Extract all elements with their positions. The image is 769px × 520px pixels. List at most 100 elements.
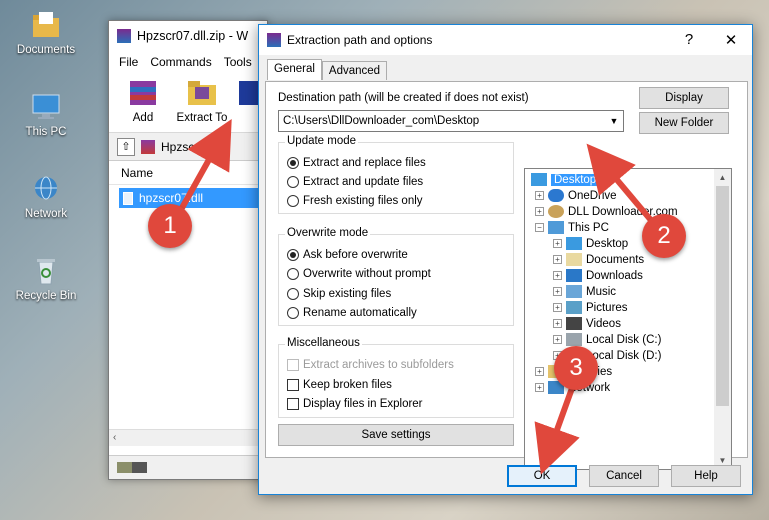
dialog-title-bar: Extraction path and options ? ✕: [259, 25, 752, 55]
expand-icon[interactable]: +: [535, 383, 544, 392]
general-tab-page: Destination path (will be created if doe…: [265, 81, 748, 470]
recycle-bin-icon: [30, 256, 62, 286]
desktop-icon-documents[interactable]: Documents: [8, 10, 84, 56]
desktop-icon-label: Network: [24, 208, 68, 220]
winrar-toolbar: Add Extract To: [109, 73, 267, 133]
column-header-name[interactable]: Name: [109, 161, 267, 185]
add-button[interactable]: Add: [117, 73, 169, 132]
option-label: Skip existing files: [303, 288, 392, 300]
tree-node-documents[interactable]: + Documents: [553, 253, 644, 266]
menu-file[interactable]: File: [119, 55, 138, 69]
scroll-left-icon[interactable]: ‹: [113, 432, 116, 443]
close-icon[interactable]: ✕: [710, 31, 752, 49]
tree-node-label: Local Disk (C:): [586, 333, 662, 346]
radio-icon[interactable]: [287, 195, 299, 207]
checkbox-icon[interactable]: [287, 398, 299, 410]
check-keep-broken[interactable]: Keep broken files: [287, 379, 392, 391]
expand-icon[interactable]: +: [553, 319, 562, 328]
user-icon: [548, 205, 564, 218]
tree-node-label: Videos: [586, 317, 621, 330]
extract-to-button[interactable]: Extract To: [173, 73, 231, 132]
menu-commands[interactable]: Commands: [150, 55, 211, 69]
update-mode-group: Update mode Extract and replace files Ex…: [278, 135, 514, 214]
ok-button[interactable]: OK: [507, 465, 577, 487]
checkbox-disabled-icon: [287, 359, 299, 371]
radio-icon[interactable]: [287, 268, 299, 280]
file-row-selected[interactable]: hpzscr07.dll: [119, 188, 267, 208]
tree-node-this-pc[interactable]: − This PC: [535, 221, 609, 234]
radio-overwrite-without[interactable]: Overwrite without prompt: [287, 268, 431, 280]
chevron-down-icon[interactable]: ▼: [605, 116, 623, 126]
tab-general[interactable]: General: [267, 59, 322, 80]
radio-extract-replace[interactable]: Extract and replace files: [287, 157, 426, 169]
download-icon: [566, 269, 582, 282]
step-badge-2: 2: [642, 214, 686, 258]
tree-node-music[interactable]: + Music: [553, 285, 616, 298]
radio-skip-existing[interactable]: Skip existing files: [287, 288, 391, 300]
desktop-icon-label: Documents: [16, 44, 76, 56]
new-folder-button[interactable]: New Folder: [639, 112, 729, 134]
expand-icon[interactable]: +: [535, 191, 544, 200]
expand-icon[interactable]: +: [553, 271, 562, 280]
expand-icon[interactable]: +: [553, 255, 562, 264]
tree-node-downloads[interactable]: + Downloads: [553, 269, 643, 282]
menu-tools[interactable]: Tools: [224, 55, 252, 69]
expand-icon[interactable]: +: [553, 239, 562, 248]
tree-node-pictures[interactable]: + Pictures: [553, 301, 628, 314]
extract-to-label: Extract To: [176, 112, 228, 124]
horizontal-scrollbar[interactable]: ‹: [109, 429, 267, 446]
radio-icon[interactable]: [287, 288, 299, 300]
radio-rename-auto[interactable]: Rename automatically: [287, 307, 417, 319]
radio-icon[interactable]: [287, 176, 299, 188]
expand-icon[interactable]: +: [553, 303, 562, 312]
network-icon: [30, 174, 62, 204]
option-label: Extract and update files: [303, 176, 424, 188]
cancel-button[interactable]: Cancel: [589, 465, 659, 487]
tree-node-local-disk-c[interactable]: + Local Disk (C:): [553, 333, 661, 346]
tab-advanced[interactable]: Advanced: [321, 61, 388, 80]
option-label: Extract archives to subfolders: [303, 359, 454, 371]
tree-scrollbar[interactable]: ▲ ▼: [714, 169, 731, 469]
tree-node-label: Local Disk (D:): [586, 349, 662, 362]
winrar-app-icon: [117, 29, 131, 43]
radio-ask-before[interactable]: Ask before overwrite: [287, 249, 408, 261]
radio-extract-update[interactable]: Extract and update files: [287, 176, 423, 188]
collapse-icon[interactable]: −: [535, 223, 544, 232]
file-name: hpzscr07.dll: [139, 191, 204, 205]
option-label: Display files in Explorer: [303, 398, 423, 410]
desktop-icon-recycle-bin[interactable]: Recycle Bin: [8, 256, 84, 302]
tree-node-videos[interactable]: + Videos: [553, 317, 621, 330]
radio-icon[interactable]: [287, 307, 299, 319]
computer-icon: [30, 92, 62, 122]
desktop-icon-network[interactable]: Network: [8, 174, 84, 220]
destination-path-combo[interactable]: C:\Users\DllDownloader_com\Desktop ▼: [278, 110, 624, 132]
destination-path-label: Destination path (will be created if doe…: [278, 92, 529, 104]
help-button[interactable]: Help: [671, 465, 741, 487]
radio-fresh-existing[interactable]: Fresh existing files only: [287, 195, 423, 207]
tree-node-onedrive[interactable]: + OneDrive: [535, 189, 617, 202]
help-icon[interactable]: ?: [668, 31, 710, 49]
checkbox-icon[interactable]: [287, 379, 299, 391]
scroll-thumb[interactable]: [716, 186, 729, 406]
folder-icon: [30, 10, 62, 40]
drive-key-icon: [117, 462, 147, 473]
tree-node-desktop[interactable]: Desktop: [531, 173, 600, 186]
display-button[interactable]: Display: [639, 87, 729, 109]
dialog-tabs: General Advanced: [267, 59, 388, 80]
desktop-icon-this-pc[interactable]: This PC: [8, 92, 84, 138]
expand-icon[interactable]: +: [535, 367, 544, 376]
tree-node-pc-desktop[interactable]: + Desktop: [553, 237, 628, 250]
save-settings-button[interactable]: Save settings: [278, 424, 514, 446]
expand-icon[interactable]: +: [553, 335, 562, 344]
check-display-explorer[interactable]: Display files in Explorer: [287, 398, 423, 410]
folder-tree[interactable]: Desktop + OneDrive + DLL Downloader.com …: [524, 168, 732, 470]
winrar-path: Hpzscr07.d: [161, 139, 222, 154]
radio-selected-icon[interactable]: [287, 249, 299, 261]
scroll-up-icon[interactable]: ▲: [714, 169, 731, 186]
expand-icon[interactable]: +: [535, 207, 544, 216]
up-folder-icon[interactable]: ⇧: [117, 137, 135, 156]
tree-node-label: Desktop: [551, 173, 600, 186]
expand-icon[interactable]: +: [553, 287, 562, 296]
extraction-dialog: Extraction path and options ? ✕ General …: [258, 24, 753, 495]
radio-selected-icon[interactable]: [287, 157, 299, 169]
